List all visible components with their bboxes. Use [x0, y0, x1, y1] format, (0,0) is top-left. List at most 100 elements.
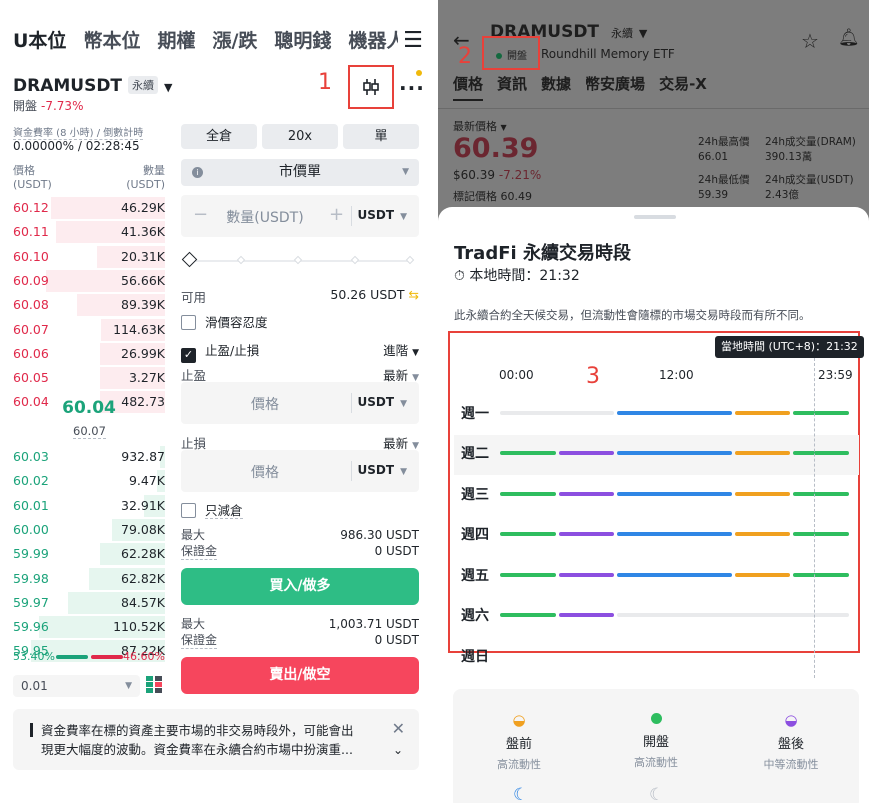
- tab-options[interactable]: 期權: [157, 26, 195, 56]
- quantity-placeholder: 數量(USDT): [226, 210, 304, 226]
- quantity-input[interactable]: − 數量(USDT) + USDT ▼: [181, 195, 419, 237]
- funding-rate-label[interactable]: 資金費率 (8 小時) / 倒數計時: [13, 124, 144, 140]
- tab-data[interactable]: 數據: [541, 73, 571, 101]
- slider-handle[interactable]: [181, 251, 198, 268]
- candlestick-chart-button[interactable]: [348, 65, 394, 109]
- amount-slider[interactable]: [181, 251, 415, 268]
- bid-row[interactable]: 60.01 32.91K: [13, 494, 165, 518]
- legend-postmarket: ◒ 盤後 中等流動性: [741, 711, 841, 772]
- precision-select[interactable]: 0.01 ▼: [13, 675, 140, 697]
- slippage-checkbox[interactable]: [181, 315, 196, 330]
- slider-tick[interactable]: [405, 255, 415, 265]
- chevron-down-icon: ▼: [400, 467, 407, 477]
- bid-row[interactable]: 60.03 932.87: [13, 445, 165, 469]
- qty-col-label: 數量: [143, 164, 165, 177]
- bid-quantity: 32.91K: [121, 497, 165, 513]
- transfer-icon[interactable]: ⇆: [409, 287, 419, 302]
- ask-row[interactable]: 60.05 3.27K: [13, 366, 165, 390]
- buy-margin-value: 0 USDT: [374, 544, 419, 558]
- position-mode-button[interactable]: 單: [343, 124, 419, 149]
- reduce-only-checkbox[interactable]: [181, 503, 196, 518]
- symbol-selector[interactable]: DRAMUSDT 永續 ▼: [13, 76, 173, 96]
- session-bar-premarket: [558, 532, 615, 536]
- tpsl-row[interactable]: ✓ 止盈/止損 進階 ▼: [181, 340, 419, 363]
- chevron-down-icon: ▼: [638, 27, 648, 40]
- sl-unit-select[interactable]: USDT ▼: [358, 463, 407, 477]
- tpsl-checkbox[interactable]: ✓: [181, 348, 196, 363]
- buy-margin-label[interactable]: 保證金: [181, 543, 218, 560]
- bid-quantity: 9.47K: [128, 473, 165, 489]
- sell-margin-label[interactable]: 保證金: [181, 632, 218, 649]
- high-stat: 24h最高價 66.01: [698, 135, 750, 165]
- close-icon[interactable]: ✕: [392, 719, 405, 738]
- buy-long-button[interactable]: 買入/做多: [181, 568, 419, 605]
- ask-row[interactable]: 60.09 56.66K: [13, 269, 165, 293]
- hour-label-end: 23:59: [818, 368, 853, 382]
- annotation-label-1: 1: [318, 70, 332, 95]
- slider-tick[interactable]: [236, 255, 246, 265]
- advanced-label: 進階: [383, 343, 409, 358]
- vol-dram-value: 390.13萬: [765, 151, 813, 163]
- ask-row[interactable]: 60.11 41.36K: [13, 220, 165, 244]
- bid-row[interactable]: 60.02 9.47K: [13, 469, 165, 493]
- bid-quantity: 110.52K: [113, 619, 165, 635]
- tab-trade-x[interactable]: 交易-X: [659, 73, 707, 101]
- available-row: 可用 50.26 USDT ⇆: [181, 287, 419, 306]
- leverage-button[interactable]: 20x: [262, 124, 338, 149]
- plus-icon[interactable]: +: [329, 204, 344, 225]
- tab-square[interactable]: 幣安廣場: [585, 73, 645, 101]
- ask-price: 60.08: [13, 297, 49, 313]
- more-options-icon[interactable]: ···: [399, 76, 425, 100]
- tab-price[interactable]: 價格: [453, 73, 484, 101]
- tp-price-input[interactable]: 價格 USDT ▼: [181, 382, 419, 424]
- bell-icon[interactable]: 🔔︎: [838, 28, 860, 48]
- price-change: -7.73%: [41, 99, 84, 113]
- bid-row[interactable]: 59.98 62.82K: [13, 567, 165, 591]
- trading-screen: U本位 幣本位 期權 漲/跌 聰明錢 機器人 ☰ DRAMUSDT 永續 ▼ 開盤 -…: [0, 0, 434, 803]
- bid-row[interactable]: 59.99 62.28K: [13, 542, 165, 566]
- tab-coinm[interactable]: 幣本位: [83, 26, 140, 56]
- bid-row[interactable]: 59.96 110.52K: [13, 615, 165, 639]
- ask-row[interactable]: 60.06 26.99K: [13, 342, 165, 366]
- tab-updown[interactable]: 漲/跌: [212, 26, 257, 56]
- quantity-unit-select[interactable]: USDT ▼: [358, 208, 407, 222]
- star-icon[interactable]: ☆: [801, 29, 819, 53]
- high-value: 66.01: [698, 151, 729, 163]
- bid-price: 60.00: [13, 521, 49, 537]
- tab-bots[interactable]: 機器人: [348, 26, 405, 56]
- menu-icon[interactable]: ☰: [398, 28, 428, 53]
- sheet-handle[interactable]: [634, 215, 676, 219]
- ask-price: 60.05: [13, 370, 49, 386]
- reduce-only-row[interactable]: 只減倉: [181, 500, 419, 519]
- orderbook-layout-icon[interactable]: [146, 676, 164, 694]
- available-label: 可用: [181, 290, 207, 305]
- tab-info[interactable]: 資訊: [497, 73, 527, 101]
- divider: [351, 461, 352, 481]
- slippage-row[interactable]: 滑價容忍度: [181, 312, 419, 331]
- sl-price-input[interactable]: 價格 USDT ▼: [181, 450, 419, 492]
- detail-tabs: 價格 資訊 數據 幣安廣場 交易-X: [453, 73, 707, 101]
- notice-marker: [30, 723, 33, 737]
- margin-mode-button[interactable]: 全倉: [181, 124, 257, 149]
- divider: [438, 108, 869, 109]
- ask-row[interactable]: 60.08 89.39K: [13, 293, 165, 317]
- available-value: 50.26 USDT ⇆: [330, 287, 419, 302]
- tp-unit-select[interactable]: USDT ▼: [358, 395, 407, 409]
- advanced-select[interactable]: 進階 ▼: [383, 340, 419, 359]
- bid-row[interactable]: 59.97 84.57K: [13, 591, 165, 615]
- ask-row[interactable]: 60.10 20.31K: [13, 245, 165, 269]
- order-type-select[interactable]: i 市價單 ▼: [181, 159, 419, 186]
- mark-value: 60.49: [500, 190, 533, 203]
- bid-row[interactable]: 60.00 79.08K: [13, 518, 165, 542]
- slider-tick[interactable]: [293, 255, 303, 265]
- info-icon[interactable]: i: [192, 167, 203, 178]
- ask-row[interactable]: 60.07 114.63K: [13, 318, 165, 342]
- ask-row[interactable]: 60.12 46.29K: [13, 196, 165, 220]
- slider-tick[interactable]: [350, 255, 360, 265]
- chevron-down-icon[interactable]: ⌄: [393, 741, 403, 760]
- funding-rate-value: 0.00000% / 02:28:45: [13, 139, 140, 153]
- tab-usdm[interactable]: U本位: [13, 26, 66, 56]
- tab-smart-money[interactable]: 聰明錢: [274, 26, 331, 56]
- sell-short-button[interactable]: 賣出/做空: [181, 657, 419, 694]
- annotation-label-2: 2: [458, 44, 472, 69]
